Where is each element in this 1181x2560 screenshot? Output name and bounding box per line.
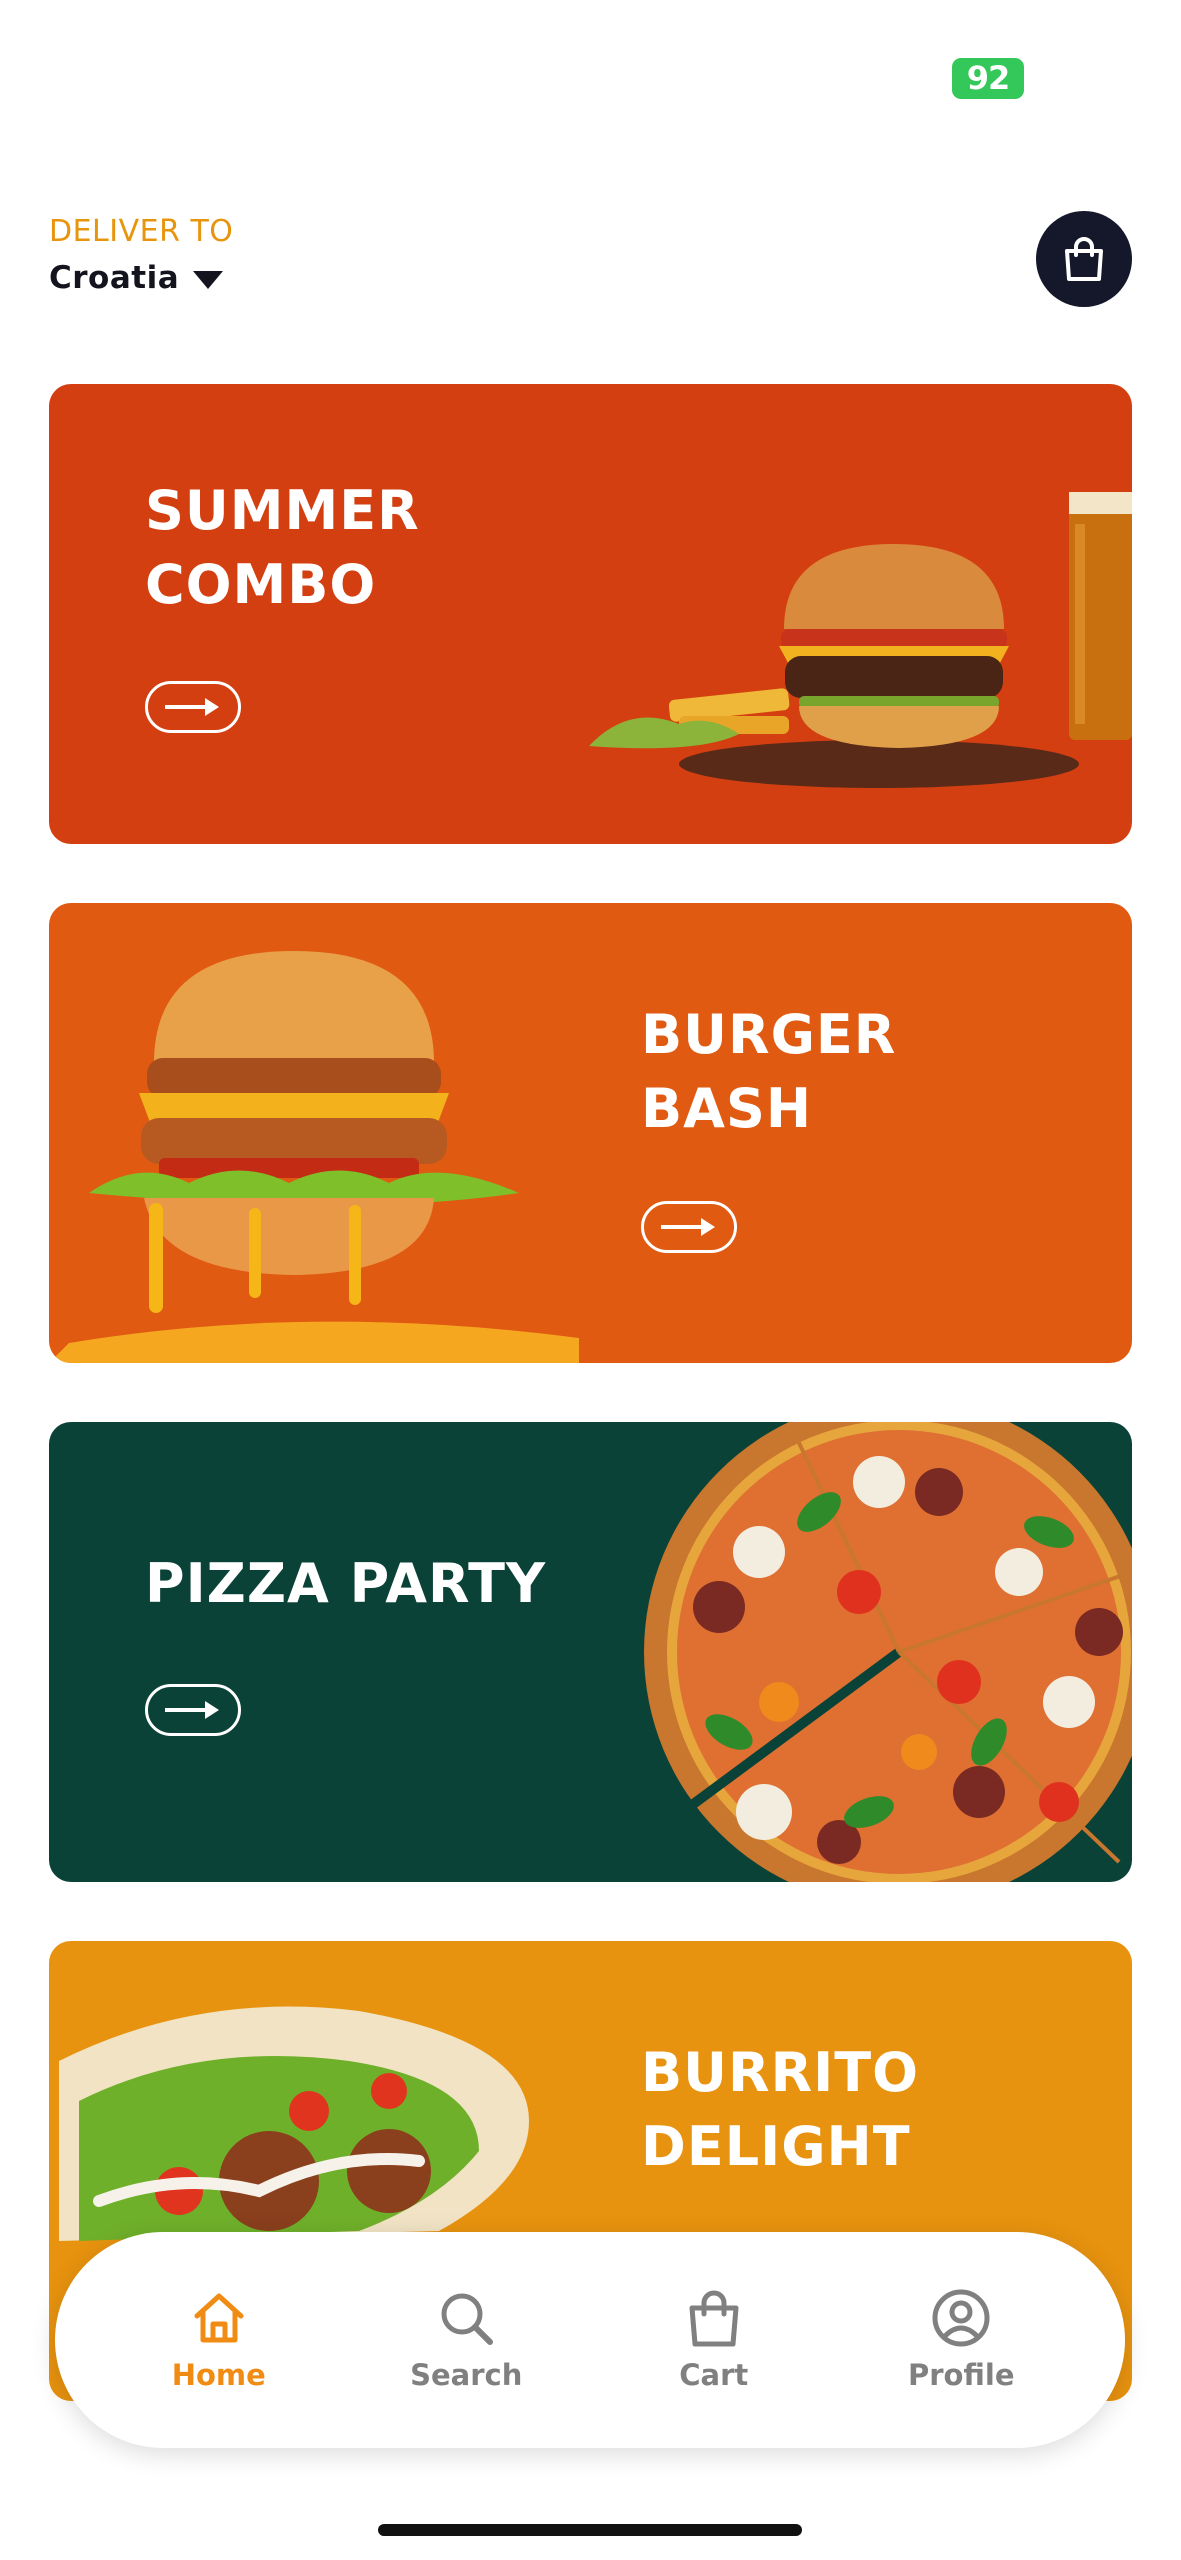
nav-profile[interactable]: Profile xyxy=(871,2288,1051,2392)
nav-home[interactable]: Home xyxy=(129,2288,309,2392)
home-indicator xyxy=(378,2524,802,2536)
nav-label: Profile xyxy=(907,2358,1015,2392)
arrow-right-icon xyxy=(165,698,219,716)
promo-title: BURGER BASH xyxy=(641,1003,897,1140)
promo-arrow-button[interactable] xyxy=(641,1201,737,1253)
promo-arrow-button[interactable] xyxy=(145,681,241,733)
promo-card-summer-combo[interactable]: SUMMER COMBO xyxy=(49,384,1132,844)
header-cart-button[interactable] xyxy=(1036,211,1132,307)
arrow-right-icon xyxy=(661,1218,715,1236)
location-name: Croatia xyxy=(49,260,180,296)
nav-search[interactable]: Search xyxy=(376,2288,556,2392)
pizza-image xyxy=(644,1422,1132,1882)
location-selector[interactable]: Croatia xyxy=(49,260,224,296)
battery-indicator: 92 xyxy=(952,58,1024,99)
nav-label: Home xyxy=(171,2358,266,2392)
bottom-nav: Home Search Cart Profile xyxy=(55,2232,1125,2448)
home-icon xyxy=(194,2293,244,2343)
promo-title: BURRITO DELIGHT xyxy=(641,2041,920,2178)
nav-cart[interactable]: Cart xyxy=(624,2288,804,2392)
nav-label: Cart xyxy=(679,2358,749,2392)
promo-card-pizza-party[interactable]: PIZZA PARTY xyxy=(49,1422,1132,1882)
burger-image xyxy=(49,951,579,1363)
bag-icon xyxy=(689,2290,739,2347)
promo-title: PIZZA PARTY xyxy=(145,1552,547,1615)
arrow-right-icon xyxy=(165,1701,219,1719)
promo-card-burger-bash[interactable]: BURGER BASH xyxy=(49,903,1132,1363)
deliver-to-label: DELIVER TO xyxy=(49,214,234,249)
nav-label: Search xyxy=(410,2358,523,2392)
bag-icon xyxy=(1065,237,1103,281)
promo-arrow-button[interactable] xyxy=(145,1684,241,1736)
profile-icon xyxy=(932,2289,990,2347)
caret-down-icon xyxy=(193,270,224,289)
search-icon xyxy=(441,2293,494,2345)
burger-combo-image xyxy=(589,492,1132,788)
promo-title: SUMMER COMBO xyxy=(145,479,420,616)
